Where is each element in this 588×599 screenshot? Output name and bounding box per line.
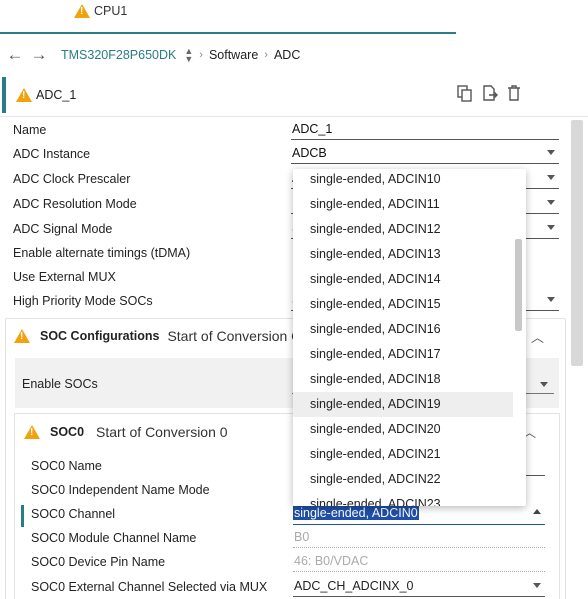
name-input[interactable]: ADC_1 [291, 122, 559, 140]
device-selector[interactable]: TMS320F28P650DK [61, 48, 176, 62]
chevron-up-icon [533, 509, 541, 514]
adc-instance-select[interactable]: ADCB [291, 146, 559, 164]
chevron-down-icon [547, 200, 555, 205]
soc0-device-pin-value: 46: B0/VDAC [293, 554, 545, 572]
soc0-device-pin-label: SOC0 Device Pin Name [31, 555, 166, 569]
field-label-high-priority: High Priority Mode SOCs [13, 294, 153, 308]
soc-config-header[interactable]: SOC Configurations Start of Conversion C… [14, 328, 309, 344]
soc0-channel-label: SOC0 Channel [31, 507, 116, 521]
dropdown-option[interactable]: single-ended, ADCIN17 [293, 342, 513, 367]
dropdown-option[interactable]: single-ended, ADCIN12 [293, 217, 513, 242]
breadcrumb-separator: › [264, 49, 268, 61]
soc0-external-channel-value: ADC_CH_ADCINX_0 [294, 579, 414, 593]
back-arrow-icon[interactable]: ← [3, 45, 27, 65]
forward-arrow-icon[interactable]: → [27, 45, 51, 65]
field-label-clock-prescaler: ADC Clock Prescaler [13, 172, 131, 186]
dropdown-option[interactable]: single-ended, ADCIN23 [293, 492, 513, 506]
dropdown-option[interactable]: single-ended, ADCIN16 [293, 317, 513, 342]
device-sort-icon[interactable]: ▲ ▼ [184, 47, 193, 64]
warning-icon [16, 88, 32, 102]
scrollbar[interactable] [571, 120, 583, 366]
dropdown-option[interactable]: single-ended, ADCIN20 [293, 417, 513, 442]
chevron-down-icon [547, 297, 555, 302]
breadcrumb-adc[interactable]: ADC [274, 48, 300, 62]
dropdown-option[interactable]: single-ended, ADCIN13 [293, 242, 513, 267]
warning-icon [14, 329, 30, 343]
dropdown-option[interactable]: single-ended, ADCIN21 [293, 442, 513, 467]
soc0-title: SOC0 [50, 425, 85, 439]
active-row-indicator [21, 505, 24, 527]
warning-icon [24, 425, 40, 439]
soc0-channel-select[interactable]: single-ended, ADCIN0 [293, 506, 545, 525]
dropdown-option[interactable]: single-ended, ADCIN14 [293, 267, 513, 292]
chevron-down-icon [547, 225, 555, 230]
delete-icon[interactable] [507, 85, 521, 101]
enable-socs-label: Enable SOCs [22, 377, 98, 391]
chevron-down-icon [547, 175, 555, 180]
soc-config-subtitle: Start of Conversion Co [167, 328, 310, 344]
dropdown-option[interactable]: single-ended, ADCIN15 [293, 292, 513, 317]
warning-icon [74, 4, 90, 18]
tab-label: CPU1 [94, 4, 128, 18]
chevron-down-icon [547, 150, 555, 155]
soc0-channel-value: single-ended, ADCIN0 [293, 506, 419, 520]
dropdown-scrollbar[interactable] [515, 239, 522, 331]
copy-icon[interactable] [457, 85, 473, 102]
header-divider [0, 116, 588, 117]
field-label-external-mux: Use External MUX [13, 270, 116, 284]
chevron-down-icon [533, 583, 541, 588]
chevron-up-icon[interactable]: ︿ [531, 327, 544, 346]
chevron-down-icon [540, 382, 548, 387]
export-icon[interactable] [482, 85, 498, 102]
soc0-name-label: SOC0 Name [31, 459, 102, 473]
soc0-external-channel-select[interactable]: ADC_CH_ADCINX_0 [293, 579, 545, 597]
dropdown-option-highlighted[interactable]: single-ended, ADCIN19 [293, 392, 513, 417]
soc0-external-channel-label: SOC0 External Channel Selected via MUX [31, 580, 268, 594]
soc0-subtitle: Start of Conversion 0 [96, 424, 228, 440]
adc-instance-value: ADCB [292, 146, 327, 160]
tab-cpu1[interactable]: CPU1 [74, 4, 127, 18]
breadcrumb-software[interactable]: Software [209, 48, 258, 62]
channel-dropdown-list: single-ended, ADCIN10 single-ended, ADCI… [293, 169, 526, 506]
field-label-signal-mode: ADC Signal Mode [13, 222, 113, 236]
field-label-resolution-mode: ADC Resolution Mode [13, 197, 137, 211]
dropdown-option[interactable]: single-ended, ADCIN11 [293, 192, 513, 217]
soc-config-title: SOC Configurations [40, 329, 160, 343]
soc0-independent-name-label: SOC0 Independent Name Mode [31, 483, 210, 497]
field-label-alternate-timings: Enable alternate timings (tDMA) [13, 246, 191, 260]
tab-underline [0, 32, 456, 34]
soc0-module-channel-label: SOC0 Module Channel Name [31, 531, 197, 545]
dropdown-option[interactable]: single-ended, ADCIN18 [293, 367, 513, 392]
breadcrumb: ← → TMS320F28P650DK ▲ ▼ › Software › ADC [0, 38, 588, 72]
breadcrumb-separator: › [199, 49, 203, 61]
module-title: ADC_1 [36, 88, 77, 102]
module-header: ADC_1 [2, 77, 588, 113]
field-label-name: Name [13, 123, 47, 137]
field-label-adc-instance: ADC Instance [13, 147, 91, 161]
dropdown-option[interactable]: single-ended, ADCIN10 [293, 169, 513, 192]
soc0-header[interactable]: SOC0 Start of Conversion 0 [24, 424, 228, 440]
soc0-module-channel-value: B0 [293, 530, 545, 548]
dropdown-option[interactable]: single-ended, ADCIN22 [293, 467, 513, 492]
